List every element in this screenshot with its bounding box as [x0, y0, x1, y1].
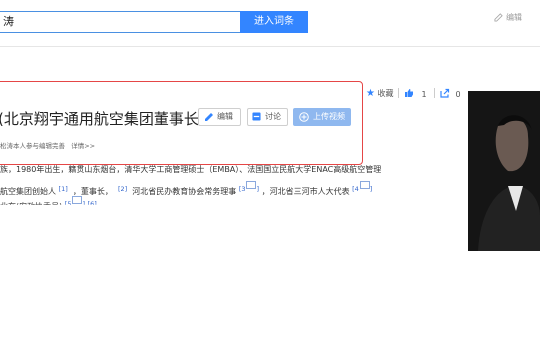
bio-line: 族，1980年出生，籍贯山东烟台，清华大学工商管理硕士（EMBA）、法国国立民航… — [0, 165, 382, 174]
reference-number: [4 — [352, 185, 359, 193]
portrait-image — [468, 91, 540, 251]
share-icon — [440, 88, 450, 98]
bio-line: 航空集团创始人 [1] ，董事长， [2] 河北省民办教育协会常务理事 [3] … — [0, 181, 372, 197]
reference-link[interactable]: [4] — [352, 181, 372, 193]
bio-line-cut: 北在(安政协委员) [5] [6] — [0, 196, 97, 211]
bio-text: 北在(安政协委员) — [0, 202, 63, 211]
reference-number: [5 — [64, 200, 72, 208]
reference-link[interactable]: [6] — [88, 200, 97, 205]
collect-label: 收藏 — [377, 89, 394, 98]
upload-video-button[interactable]: 上传视频 — [293, 108, 351, 126]
pencil-icon — [494, 13, 503, 22]
person-photo[interactable] — [468, 91, 540, 251]
image-icon — [246, 181, 257, 189]
upload-video-button-label: 上传视频 — [313, 112, 345, 121]
reference-link[interactable]: [2] — [118, 185, 127, 193]
bio-text: 航空集团创始人 — [0, 187, 56, 196]
discuss-button[interactable]: 讨论 — [247, 108, 288, 126]
like-action[interactable]: 1 — [404, 88, 427, 99]
editor-byline: 松涛本人参与编辑完善 详情>> — [0, 140, 95, 150]
thumbs-up-icon — [405, 89, 413, 97]
top-bar: 涛 进入词条 编辑 — [0, 0, 540, 47]
image-icon — [359, 181, 370, 189]
detail-link[interactable]: 详情>> — [71, 142, 95, 150]
reference-number: [3 — [238, 185, 246, 193]
plus-circle-icon — [299, 111, 309, 122]
entry-title: (北京翔宇通用航空集团董事长) — [0, 108, 205, 129]
reference-link[interactable]: [3] — [238, 181, 259, 193]
search-input[interactable]: 涛 — [0, 11, 240, 33]
divider — [434, 88, 435, 98]
star-icon: ★ — [366, 88, 375, 99]
byline-text: 松涛本人参与编辑完善 — [0, 142, 65, 150]
discuss-button-label: 讨论 — [265, 112, 281, 121]
enter-entry-button[interactable]: 进入词条 — [240, 11, 308, 33]
reference-link[interactable]: [1] — [59, 185, 68, 193]
bio-text: ，董事长， — [72, 187, 113, 196]
reference-link[interactable]: [5] — [64, 196, 85, 208]
share-action[interactable]: 0 — [440, 88, 461, 99]
edit-button[interactable]: 编辑 — [198, 108, 241, 126]
edit-button-label: 编辑 — [217, 112, 233, 121]
entry-title-text: 北京翔宇通用航空集团董事长) — [3, 110, 205, 128]
like-count: 1 — [421, 90, 427, 99]
bio-text: ，河北省三河市人大代表 — [261, 187, 350, 196]
edit-link[interactable]: 编辑 — [494, 12, 522, 23]
discuss-icon — [252, 112, 261, 121]
collect-action[interactable]: ★ 收藏 — [366, 88, 394, 99]
pencil-icon — [205, 112, 213, 121]
divider — [398, 88, 399, 98]
edit-link-label: 编辑 — [506, 13, 522, 22]
image-icon — [72, 196, 83, 204]
bio-text: 河北省民办教育协会常务理事 — [132, 187, 237, 196]
share-count: 0 — [455, 90, 461, 99]
